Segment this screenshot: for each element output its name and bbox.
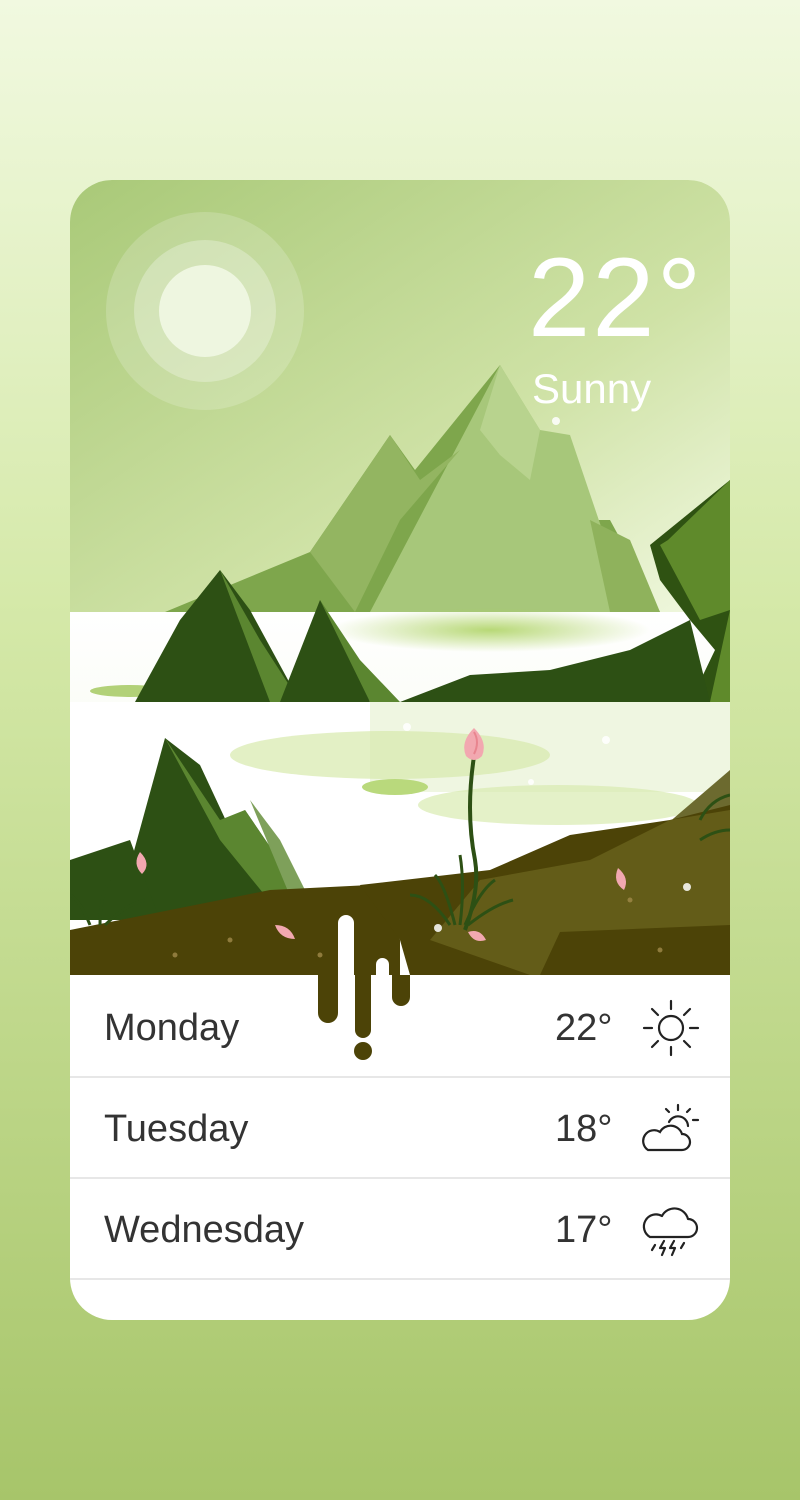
forecast-day: Tuesday [104, 1108, 249, 1150]
forecast-day: Wednesday [104, 1209, 304, 1251]
forecast-temperature: 18° [555, 1108, 613, 1150]
thunderstorm-icon [642, 1207, 699, 1257]
forecast-row-tuesday[interactable]: Tuesday 18° [70, 1078, 730, 1179]
current-condition: Sunny [532, 365, 652, 412]
forecast-day: Monday [104, 1007, 240, 1049]
current-temperature: 22° [528, 235, 704, 360]
landscape-illustration: 22° Sunny [70, 180, 730, 975]
sun-graphic [106, 212, 304, 410]
sun-icon [642, 999, 700, 1057]
forecast-temperature: 17° [555, 1209, 613, 1251]
weather-card: 22° Sunny Monday 22° Tuesday 18° Wednesd… [70, 180, 730, 1320]
forecast-row-monday[interactable]: Monday 22° [70, 977, 730, 1078]
forecast-temperature: 22° [555, 1007, 613, 1049]
forecast-row-wednesday[interactable]: Wednesday 17° [70, 1179, 730, 1280]
partly-cloudy-icon [642, 1103, 700, 1152]
forecast-list: Monday 22° Tuesday 18° Wednesday 17° [70, 977, 730, 1280]
